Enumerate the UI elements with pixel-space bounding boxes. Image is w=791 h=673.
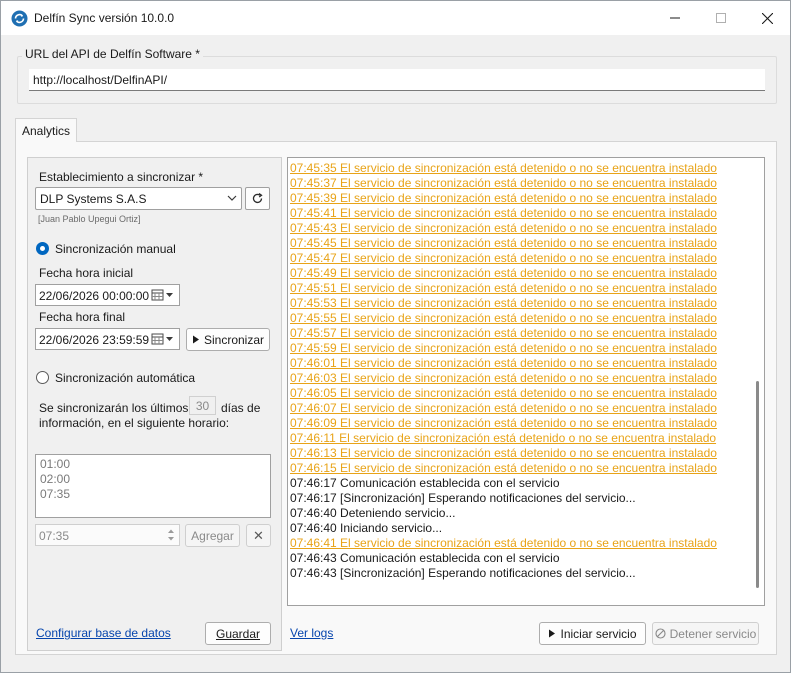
time-value: 07:35 — [39, 529, 70, 543]
log-line-warning: 07:45:57 El servicio de sincronización e… — [290, 326, 717, 340]
days-text-prefix: Se sincronizarán los últimos — [39, 401, 189, 415]
log-line-warning: 07:46:09 El servicio de sincronización e… — [290, 416, 717, 430]
title-bar[interactable]: Delfín Sync versión 10.0.0 — [1, 1, 790, 35]
remove-icon: ✕ — [253, 527, 264, 543]
establishment-label: Establecimiento a sincronizar * — [39, 170, 204, 184]
tab-analytics[interactable]: Analytics — [15, 118, 77, 142]
log-scrollbar-thumb[interactable] — [756, 381, 759, 588]
calendar-dropdown-icon — [151, 333, 173, 345]
refresh-button[interactable] — [245, 187, 270, 210]
end-date-picker[interactable]: 22/06/2026 23:59:59 — [35, 328, 180, 350]
start-service-button[interactable]: Iniciar servicio — [539, 622, 646, 645]
log-line-warning: 07:46:15 El servicio de sincronización e… — [290, 461, 717, 475]
log-line-warning: 07:45:35 El servicio de sincronización e… — [290, 161, 717, 175]
log-line: 07:46:40 Iniciando servicio... — [290, 521, 443, 535]
calendar-dropdown-icon — [151, 289, 173, 301]
log-line-warning: 07:45:45 El servicio de sincronización e… — [290, 236, 717, 250]
remove-time-button[interactable]: ✕ — [246, 524, 271, 547]
log-line-warning: 07:46:07 El servicio de sincronización e… — [290, 401, 717, 415]
log-line-warning: 07:46:01 El servicio de sincronización e… — [290, 356, 717, 370]
log-line-warning: 07:46:11 El servicio de sincronización e… — [290, 431, 717, 445]
log-line: 07:46:43 [Sincronización] Esperando noti… — [290, 566, 636, 580]
log-line-warning: 07:46:03 El servicio de sincronización e… — [290, 371, 717, 385]
save-button[interactable]: Guardar — [205, 622, 271, 645]
configure-database-link[interactable]: Configurar base de datos — [36, 626, 171, 640]
log-line-warning: 07:45:49 El servicio de sincronización e… — [290, 266, 717, 280]
log-output[interactable]: 07:45:35 El servicio de sincronización e… — [287, 157, 765, 606]
log-line-warning: 07:46:41 El servicio de sincronización e… — [290, 536, 717, 550]
log-line-warning: 07:45:53 El servicio de sincronización e… — [290, 296, 717, 310]
add-time-button[interactable]: Agregar — [185, 524, 240, 547]
log-line-warning: 07:46:13 El servicio de sincronización e… — [290, 446, 717, 460]
log-line-warning: 07:46:05 El servicio de sincronización e… — [290, 386, 717, 400]
play-icon — [549, 629, 556, 638]
close-button[interactable] — [744, 1, 790, 35]
start-date-label: Fecha hora inicial — [39, 266, 134, 280]
days-input[interactable]: 30 — [189, 396, 216, 415]
close-icon — [761, 12, 773, 24]
user-hint: [Juan Pablo Upegui Ortiz] — [38, 214, 141, 224]
days-text-line2: información, en el siguiente horario: — [39, 416, 230, 430]
log-line: 07:46:40 Deteniendo servicio... — [290, 506, 456, 520]
save-button-label: Guardar — [215, 626, 261, 641]
log-line-warning: 07:45:55 El servicio de sincronización e… — [290, 311, 717, 325]
schedule-item[interactable]: 02:00 — [40, 472, 266, 487]
log-line-warning: 07:45:47 El servicio de sincronización e… — [290, 251, 717, 265]
schedule-list[interactable]: 01:00 02:00 07:35 — [35, 454, 271, 518]
days-text-suffix: días de — [221, 401, 261, 415]
auto-sync-radio[interactable] — [36, 371, 49, 384]
window-title: Delfín Sync versión 10.0.0 — [34, 11, 175, 25]
end-date-value: 22/06/2026 23:59:59 — [39, 333, 150, 347]
chevron-down-icon — [227, 195, 237, 201]
app-sync-icon — [11, 10, 28, 27]
establishment-value: DLP Systems S.A.S — [40, 192, 147, 206]
log-line: 07:46:43 Comunicación establecida con el… — [290, 551, 560, 565]
refresh-icon — [252, 192, 263, 204]
api-url-label: URL del API de Delfín Software * — [22, 47, 203, 61]
maximize-icon — [716, 13, 726, 23]
add-time-label: Agregar — [191, 528, 234, 543]
start-date-value: 22/06/2026 00:00:00 — [39, 289, 150, 303]
start-date-picker[interactable]: 22/06/2026 00:00:00 — [35, 284, 180, 306]
end-date-label: Fecha hora final — [39, 310, 126, 324]
view-logs-link[interactable]: Ver logs — [290, 626, 333, 640]
log-line-warning: 07:45:43 El servicio de sincronización e… — [290, 221, 717, 235]
api-url-input[interactable] — [29, 69, 765, 91]
time-input[interactable]: 07:35 — [35, 524, 180, 546]
minimize-icon — [670, 17, 680, 19]
log-line-warning: 07:45:39 El servicio de sincronización e… — [290, 191, 717, 205]
schedule-item[interactable]: 01:00 — [40, 457, 266, 472]
main-window: Delfín Sync versión 10.0.0 URL del API d… — [0, 0, 791, 673]
maximize-button[interactable] — [698, 1, 744, 35]
start-service-label: Iniciar servicio — [560, 626, 637, 641]
spinner-icon[interactable] — [165, 526, 177, 544]
schedule-item[interactable]: 07:35 — [40, 487, 266, 502]
log-line-warning: 07:45:51 El servicio de sincronización e… — [290, 281, 717, 295]
sync-button[interactable]: Sincronizar — [186, 328, 270, 351]
establishment-select[interactable]: DLP Systems S.A.S — [35, 187, 242, 210]
log-line: 07:46:17 Comunicación establecida con el… — [290, 476, 560, 490]
minimize-button[interactable] — [652, 1, 698, 35]
stop-service-label: Detener servicio — [669, 626, 757, 641]
log-line-warning: 07:45:37 El servicio de sincronización e… — [290, 176, 717, 190]
stop-service-button[interactable]: Detener servicio — [652, 622, 759, 645]
manual-sync-radio[interactable] — [36, 242, 49, 255]
log-line: 07:46:17 [Sincronización] Esperando noti… — [290, 491, 636, 505]
log-line-warning: 07:45:41 El servicio de sincronización e… — [290, 206, 717, 220]
stop-icon — [655, 628, 666, 639]
sync-button-label: Sincronizar — [203, 332, 265, 347]
play-icon — [192, 335, 199, 344]
log-line-warning: 07:45:59 El servicio de sincronización e… — [290, 341, 717, 355]
manual-sync-label[interactable]: Sincronización manual — [55, 242, 176, 256]
auto-sync-label[interactable]: Sincronización automática — [55, 371, 195, 385]
